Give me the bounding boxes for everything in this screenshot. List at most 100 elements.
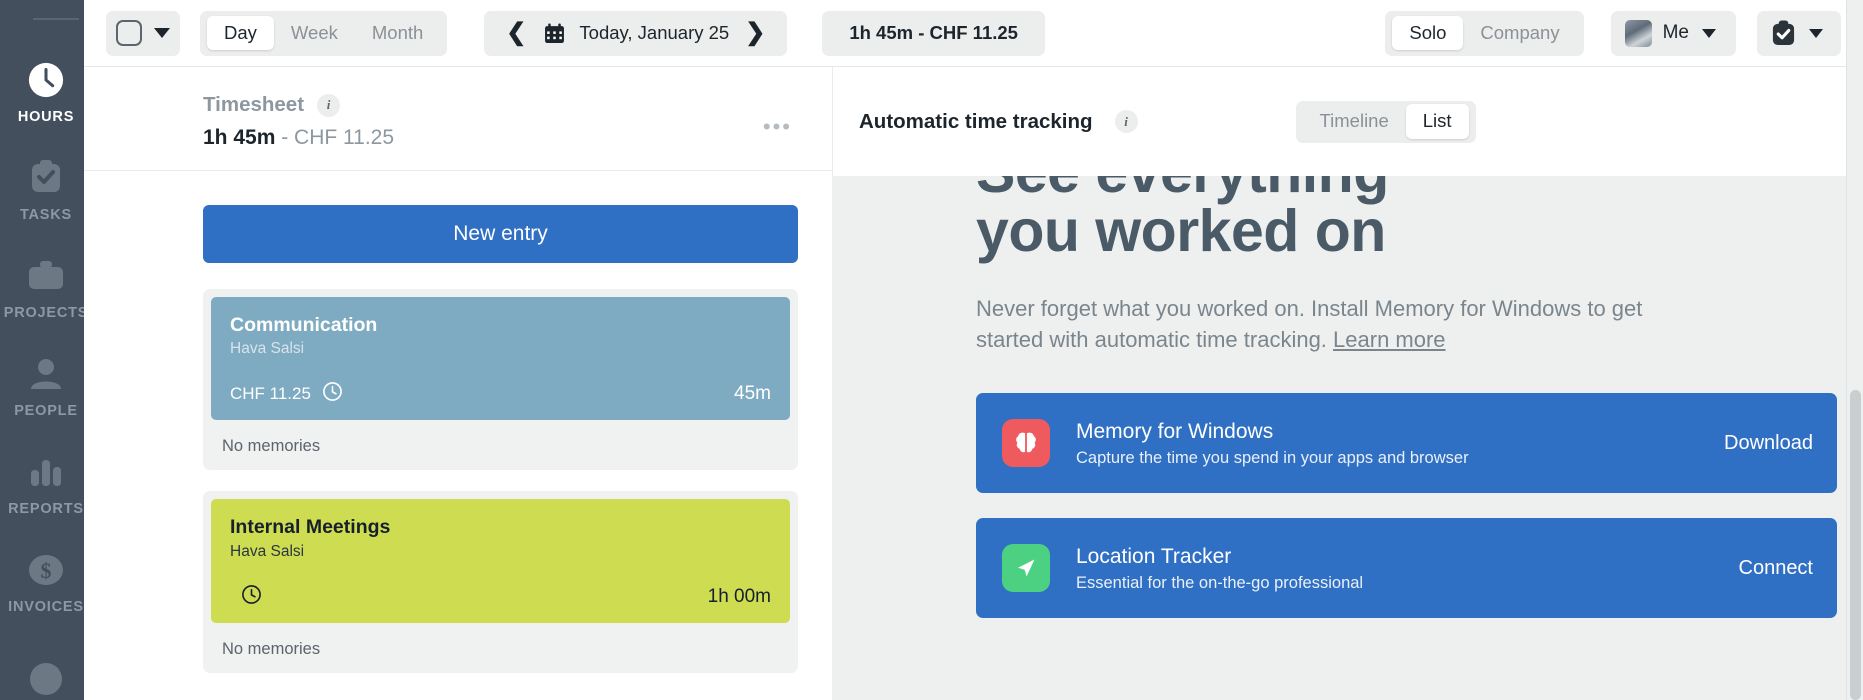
promo-description: Essential for the on-the-go professional [1076, 574, 1364, 593]
tab-timeline[interactable]: Timeline [1303, 104, 1406, 138]
sidebar-item-tasks[interactable]: TASKS [8, 140, 84, 238]
promo-description: Capture the time you spend in your apps … [1076, 449, 1469, 468]
main-column: Day Week Month ❮ Today, January 25 ❯ 1h … [84, 0, 1863, 700]
top-toolbar: Day Week Month ❮ Today, January 25 ❯ 1h … [84, 0, 1863, 66]
timesheet-panel: Timesheet i 1h 45m - CHF 11.25 ••• New e… [84, 66, 832, 700]
hero-subtitle-text: Never forget what you worked on. Install… [976, 296, 1643, 353]
scope-tab-group: Solo Company [1385, 10, 1584, 56]
tab-list[interactable]: List [1405, 104, 1469, 139]
timesheet-header: Timesheet i 1h 45m - CHF 11.25 ••• [84, 67, 832, 171]
sidebar-item-reports[interactable]: REPORTS [8, 434, 84, 532]
person-icon [28, 352, 64, 396]
sidebar-item-projects[interactable]: PROJECTS [4, 238, 84, 336]
connect-button[interactable]: Connect [1713, 557, 1814, 580]
ellipsis-icon[interactable]: ••• [763, 116, 792, 138]
day-total-pill[interactable]: 1h 45m - CHF 11.25 [822, 10, 1045, 56]
sidebar-item-label: PROJECTS [3, 304, 84, 321]
info-icon[interactable]: i [317, 93, 341, 117]
rounded-square-icon [116, 20, 142, 46]
chevron-down-icon [1702, 28, 1716, 38]
user-menu[interactable]: Me [1610, 10, 1736, 56]
entry-memories-label: No memories [222, 437, 321, 456]
svg-text:$: $ [41, 558, 52, 583]
hero-subtitle: Never forget what you worked on. Install… [976, 293, 1666, 355]
circle-icon [28, 657, 64, 700]
download-button[interactable]: Download [1698, 432, 1813, 455]
timesheet-summary: 1h 45m - CHF 11.25 [203, 126, 798, 150]
day-total-label: 1h 45m - CHF 11.25 [849, 22, 1018, 43]
learn-more-link[interactable]: Learn more [1333, 327, 1446, 352]
content-area: Timesheet i 1h 45m - CHF 11.25 ••• New e… [84, 66, 1863, 700]
clock-icon [27, 58, 65, 102]
timesheet-entry: Communication Hava Salsi CHF 11.25 45m N… [203, 289, 798, 471]
avatar [1624, 19, 1652, 47]
entry-duration: 45m [734, 383, 771, 405]
sidebar-item-label: INVOICES [8, 598, 84, 615]
automatic-tracking-header: Automatic time tracking i Timeline List [832, 66, 1863, 176]
promo-card-memory-for-windows[interactable]: Memory for Windows Capture the time you … [976, 393, 1837, 494]
calendar-icon [544, 23, 565, 44]
entry-duration: 1h 00m [707, 585, 771, 607]
entry-card-internal-meetings[interactable]: Internal Meetings Hava Salsi 1h 00m [211, 499, 790, 623]
promo-text: Location Tracker Essential for the on-th… [1076, 544, 1363, 593]
bar-chart-icon [29, 450, 63, 494]
timesheet-entry: Internal Meetings Hava Salsi 1h 00m No m… [203, 491, 798, 673]
hero-heading: See everything you worked on [976, 176, 1837, 261]
automatic-tracking-panel: Automatic time tracking i Timeline List … [832, 66, 1863, 700]
promo-card-location-tracker[interactable]: Location Tracker Essential for the on-th… [976, 518, 1837, 619]
project-picker-dropdown[interactable] [106, 10, 180, 56]
app-root: HOURS TASKS PROJECTS PEOPLE REPORTS $ IN… [0, 0, 1863, 700]
view-tab-group: Timeline List [1295, 100, 1476, 143]
tab-month[interactable]: Month [355, 16, 440, 50]
hero-heading-line2: you worked on [976, 198, 1386, 264]
clipboard-check-icon [28, 156, 64, 200]
clock-icon[interactable] [241, 584, 262, 610]
entry-footer: 1h 00m [230, 584, 771, 610]
tasks-menu[interactable] [1757, 10, 1841, 56]
sidebar-item-people[interactable]: PEOPLE [8, 336, 84, 434]
section-title: Automatic time tracking [859, 109, 1093, 133]
tab-week[interactable]: Week [274, 16, 355, 50]
sidebar-item-label: REPORTS [8, 500, 84, 517]
summary-amount: - CHF 11.25 [275, 126, 395, 149]
entry-amount: CHF 11.25 [230, 384, 311, 404]
clipboard-check-icon [1771, 20, 1796, 47]
info-icon[interactable]: i [1114, 110, 1138, 133]
promo-name: Location Tracker [1076, 544, 1232, 568]
sidebar-item-label: HOURS [17, 108, 75, 125]
page-scrollbar[interactable] [1846, 0, 1863, 700]
sidebar-item-invoices[interactable]: $ INVOICES [8, 532, 84, 630]
page-title: Timesheet [203, 93, 305, 116]
chevron-down-icon [154, 28, 170, 38]
entry-person: Hava Salsi [230, 542, 305, 560]
sidebar-item-hours[interactable]: HOURS [8, 42, 84, 140]
previous-day-button[interactable]: ❮ [496, 21, 536, 45]
promo-name: Memory for Windows [1076, 419, 1274, 443]
date-navigator: ❮ Today, January 25 ❯ [484, 10, 788, 56]
entry-person: Hava Salsi [230, 340, 305, 358]
sidebar-item-label: TASKS [19, 206, 73, 223]
sidebar-item-label: PEOPLE [14, 402, 78, 419]
tab-solo[interactable]: Solo [1392, 15, 1464, 51]
primary-sidebar: HOURS TASKS PROJECTS PEOPLE REPORTS $ IN… [0, 0, 84, 700]
dollar-circle-icon: $ [28, 548, 64, 592]
chevron-down-icon [1809, 28, 1823, 38]
automatic-tracking-body: See everything you worked on Never forge… [832, 176, 1863, 700]
sidebar-item-more[interactable] [8, 630, 84, 700]
promo-text: Memory for Windows Capture the time you … [1076, 419, 1469, 468]
scrollbar-thumb[interactable] [1850, 390, 1861, 700]
entry-memories-label: No memories [222, 639, 321, 658]
navigation-arrow-icon [1002, 544, 1050, 593]
tab-day[interactable]: Day [207, 15, 274, 51]
range-tab-group: Day Week Month [200, 10, 448, 56]
entry-title: Communication [230, 314, 378, 336]
entry-card-communication[interactable]: Communication Hava Salsi CHF 11.25 45m [211, 297, 790, 421]
brain-icon [1002, 419, 1050, 468]
entry-footer: CHF 11.25 45m [230, 381, 771, 407]
clock-icon[interactable] [322, 381, 343, 407]
current-date-label: Today, January 25 [579, 22, 730, 43]
tab-company[interactable]: Company [1463, 16, 1576, 50]
next-day-button[interactable]: ❯ [735, 21, 775, 45]
new-entry-button[interactable]: New entry [203, 205, 798, 263]
briefcase-icon [27, 254, 65, 298]
